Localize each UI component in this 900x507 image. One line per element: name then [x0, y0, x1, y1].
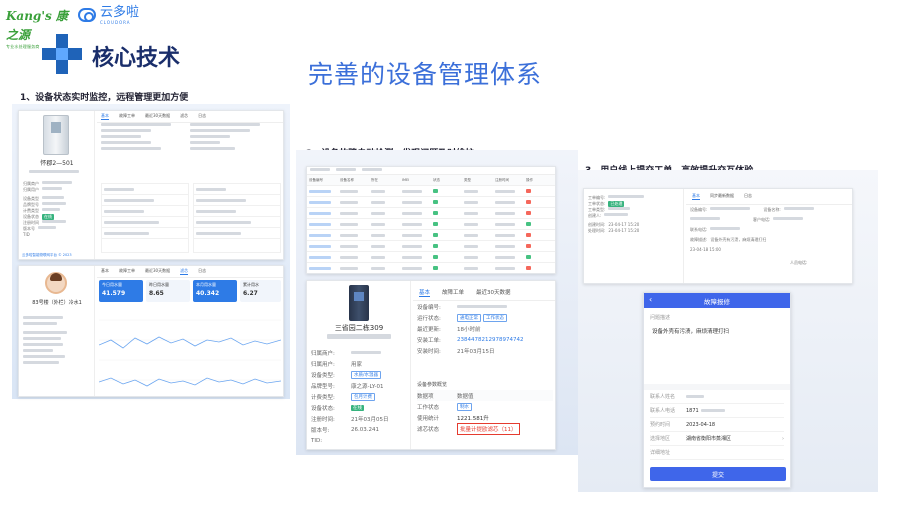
- tab-30-days[interactable]: 最近30天数据: [145, 268, 170, 275]
- param-table-b: [193, 183, 281, 253]
- user-avatar: [45, 272, 67, 294]
- param-table-a: [101, 183, 189, 253]
- panel5-tabs: 基本 同步最新数据 日志: [686, 189, 852, 205]
- chevron-right-icon: ›: [782, 435, 784, 442]
- usage-device-summary: 83号楼（外栏）冷水1: [19, 266, 95, 396]
- tab-basic[interactable]: 基本: [101, 268, 109, 275]
- work-order-summary: 工单编号: 工单状态: 已处理 工单类型: 创建人: 创建时间: 23-04-17 …: [584, 189, 684, 283]
- table-row[interactable]: [307, 252, 555, 263]
- tab-fault-orders[interactable]: 故障工单: [119, 268, 135, 275]
- panel4-tabs: 基本 故障工单 最近30天数据: [413, 285, 555, 301]
- cloudora-logo: 云多啦 CLOUDORA: [78, 3, 148, 27]
- tab-filter[interactable]: 滤芯: [180, 268, 189, 275]
- device-detail-panel: 三省园二栋309 归属商户: 归属用户: 用家 设备类型: 水质/水温器 品牌型号:…: [306, 280, 556, 450]
- back-arrow-icon[interactable]: ‹: [649, 295, 652, 304]
- stat-card-month: 本月用水量 40.342: [193, 280, 237, 302]
- cloud-icon: [78, 8, 96, 22]
- feature-label-1: 1、设备状态实时监控，远程管理更加方便: [20, 90, 197, 106]
- problem-label: 问题描述: [650, 315, 671, 321]
- table-row[interactable]: [307, 241, 555, 252]
- table-row[interactable]: [307, 219, 555, 230]
- problem-textarea[interactable]: 设备外壳有污渍，麻烦清理打扫: [650, 324, 784, 384]
- device-name: 怀郡2—501: [40, 160, 74, 167]
- tab-fault-orders[interactable]: 故障工单: [442, 288, 464, 297]
- table-header: 设备编号 设备名称 所在 IMEI 状态 类型 注册时间 操作: [307, 175, 555, 186]
- usage-device-name: 83号楼（外栏）冷水1: [32, 300, 82, 306]
- tab-fault-orders[interactable]: 故障工单: [119, 113, 135, 120]
- section-title: 核心技术: [92, 46, 181, 71]
- water-purifier-image: [349, 285, 369, 321]
- tab-30-days[interactable]: 最近30天数据: [476, 288, 511, 297]
- online-badge: 在线: [351, 404, 364, 411]
- water-cabinet-image: [43, 115, 69, 155]
- tab-30-days[interactable]: 最近30天数据: [145, 113, 170, 120]
- medical-plus-icon: [42, 34, 82, 74]
- device-status-panel: 怀郡2—501 归属商户 归属用户 设备类型 品牌型号 计费类型 设备状态 在线 …: [18, 110, 284, 260]
- table-row[interactable]: [307, 186, 555, 197]
- usage-trend-chart: [99, 319, 281, 387]
- repair-form-phone: ‹ 故障报修 问题描述 设备外壳有污渍，麻烦清理打扫 联系人姓名 联系人电话 18…: [643, 292, 791, 488]
- table-row[interactable]: [307, 208, 555, 219]
- device-usage-panel: 83号楼（外栏）冷水1 基本 故障工单 最近30天数据 滤芯 日志 今日用水量 4…: [18, 265, 284, 397]
- slide: Kang's 康之源 专业水处理服务商 云多啦 CLOUDORA 核心技术 完善…: [0, 0, 900, 507]
- stat-card-today: 今日用水量 41.579: [99, 280, 143, 302]
- appointment-date-field[interactable]: 预约时间 2023-04-18: [650, 418, 784, 432]
- region-select[interactable]: 选择地区 湖南省衡阳市蒸湘区 ›: [650, 432, 784, 446]
- param-overview: 设备参数概览 数据项 数据值 工作状态 制水 使用统计 1221.581升 滤芯状态批…: [417, 381, 553, 435]
- cloudora-logo-sub: CLOUDORA: [100, 19, 131, 25]
- tab-basic[interactable]: 基本: [692, 193, 700, 200]
- fault-list-panel: 设备编号 设备名称 所在 IMEI 状态 类型 注册时间 操作: [306, 166, 556, 274]
- detail-status-list: 设备编号: 运行状态: 通电正常 工作状态 最近更新: 18小时前 安装工单: 2384…: [417, 304, 524, 355]
- detail-device-name: 三省园二栋309: [334, 324, 384, 332]
- phone-title: 故障报修: [704, 297, 730, 306]
- tab-basic[interactable]: 基本: [419, 288, 431, 297]
- contact-name-field[interactable]: 联系人姓名: [650, 390, 784, 404]
- table-row[interactable]: [307, 230, 555, 241]
- detail-device-summary: 三省园二栋309 归属商户: 归属用户: 用家 设备类型: 水质/水温器 品牌型号:…: [307, 281, 411, 449]
- stat-card-yesterday: 昨日用水量 8.65: [146, 280, 190, 302]
- cloudora-logo-text: 云多啦: [100, 4, 140, 20]
- tab-basic[interactable]: 基本: [101, 113, 109, 120]
- filter-alert-box: 批量计提欧滤芯（11）: [457, 422, 520, 435]
- work-order-detail: 设备编号: 设备名称: 客户电话: 联系电话: 故障描述: 设备外壳有污渍，麻烦清理…: [690, 207, 848, 266]
- tab-log[interactable]: 日志: [198, 113, 206, 120]
- panel2-tabs: 基本 故障工单 最近30天数据 滤芯 日志: [97, 266, 283, 278]
- address-field[interactable]: 详细地址: [650, 446, 784, 460]
- tab-sync[interactable]: 同步最新数据: [710, 193, 734, 200]
- main-title: 完善的设备管理体系: [308, 60, 543, 89]
- tab-filter[interactable]: 滤芯: [180, 113, 188, 120]
- contact-phone-field[interactable]: 联系人电话 1871: [650, 404, 784, 418]
- table-row[interactable]: [307, 263, 555, 273]
- panel1-tabs: 基本 故障工单 最近30天数据 滤芯 日志: [97, 111, 283, 123]
- device-summary: 怀郡2—501 归属商户 归属用户 设备类型 品牌型号 计费类型 设备状态 在线 …: [19, 111, 95, 259]
- work-order-panel: 工单编号: 工单状态: 已处理 工单类型: 创建人: 创建时间: 23-04-17 …: [583, 188, 853, 284]
- detail-meta-list: 归属商户: 归属用户: 用家 设备类型: 水质/水温器 品牌型号: 康之源-LY-01…: [311, 350, 389, 444]
- table-row[interactable]: [307, 197, 555, 208]
- kangs-logo: Kang's 康之源 专业水处理服务商: [6, 5, 76, 49]
- phone-header: ‹ 故障报修: [644, 293, 790, 308]
- tab-log[interactable]: 日志: [198, 268, 206, 275]
- submit-button[interactable]: 提交: [650, 467, 786, 481]
- panel1-info-grid: [101, 123, 279, 181]
- device-meta-list: 归属商户 归属用户 设备类型 品牌型号 计费类型 设备状态 在线 注册时间 版本号…: [23, 181, 72, 238]
- tab-log[interactable]: 日志: [744, 193, 752, 200]
- stat-card-total: 累计用水 6.27: [240, 280, 281, 302]
- panel-footer: 云多啦智能物联网平台 © 2023: [22, 253, 72, 257]
